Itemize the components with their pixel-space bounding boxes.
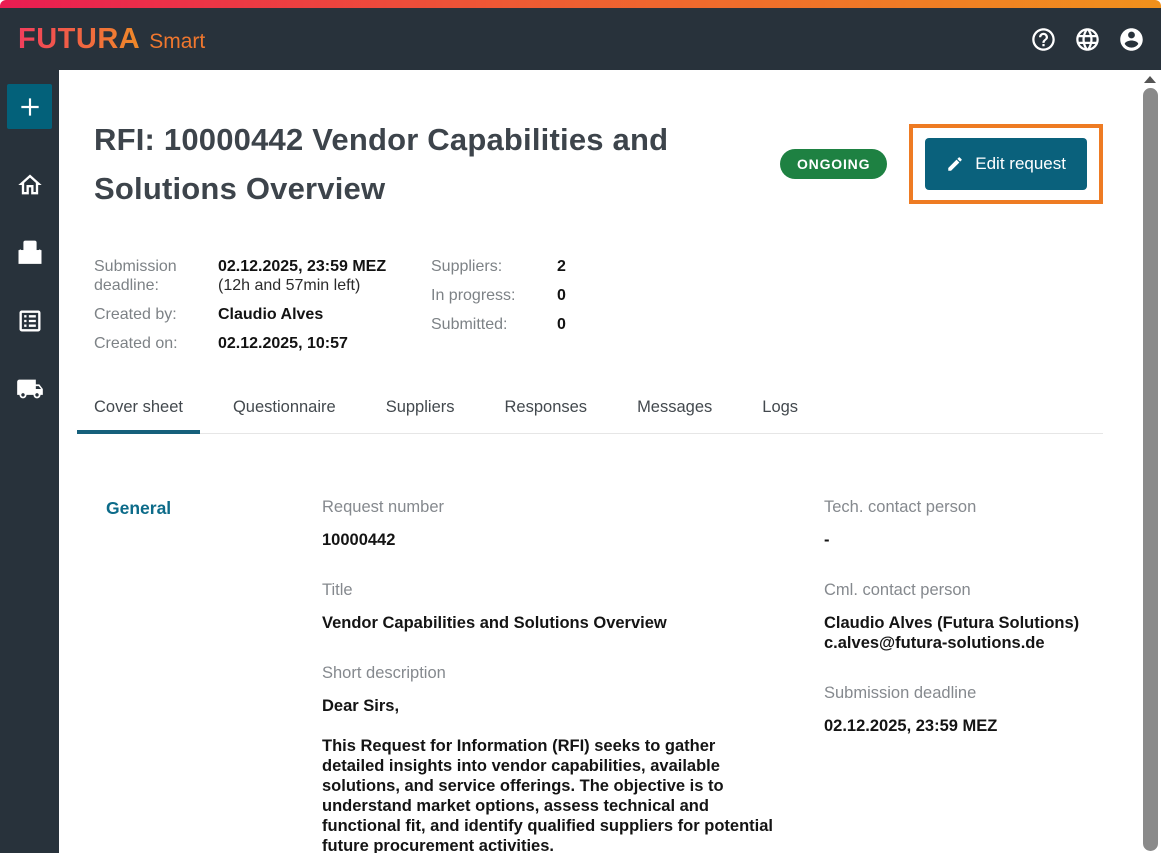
pencil-icon — [946, 155, 964, 173]
meta-label: Submitted: — [431, 315, 557, 334]
meta-value: 2 — [557, 257, 566, 276]
field-label: Tech. contact person — [824, 498, 1103, 517]
status-badge: ONGOING — [780, 149, 887, 179]
meta-row-created-on: Created on: 02.12.2025, 10:57 — [94, 334, 431, 353]
meta-label: Suppliers: — [431, 257, 557, 276]
field-title: Title Vendor Capabilities and Solutions … — [322, 581, 777, 633]
language-globe-icon[interactable] — [1074, 26, 1101, 53]
edit-request-button[interactable]: Edit request — [925, 138, 1087, 190]
fields-main-column: Request number 10000442 Title Vendor Cap… — [322, 498, 777, 853]
sidebar-nav: $ — [0, 70, 59, 853]
meta-label: In progress: — [431, 286, 557, 305]
field-request-number: Request number 10000442 — [322, 498, 777, 550]
app-header: FUTURA Smart — [0, 8, 1161, 70]
meta-value: 02.12.2025, 10:57 — [218, 334, 348, 353]
meta-label: Created by: — [94, 305, 218, 324]
brand-product-name: Smart — [149, 30, 205, 54]
meta-column-dates: Submission deadline: 02.12.2025, 23:59 M… — [94, 257, 431, 363]
meta-value: 0 — [557, 286, 566, 305]
field-value: 10000442 — [322, 530, 777, 550]
tab-responses[interactable]: Responses — [488, 386, 605, 434]
meta-row-in-progress: In progress: 0 — [431, 286, 566, 305]
fields-side-column: Tech. contact person - Cml. contact pers… — [824, 498, 1103, 853]
tab-logs[interactable]: Logs — [745, 386, 815, 434]
meta-value: Claudio Alves — [218, 305, 323, 324]
deadline-remaining: (12h and 57min left) — [218, 277, 360, 294]
meta-label: Created on: — [94, 334, 218, 353]
tab-bar: Cover sheet Questionnaire Suppliers Resp… — [77, 386, 1103, 434]
title-row: RFI: 10000442 Vendor Capabilities and So… — [94, 115, 1103, 213]
field-label: Submission deadline — [824, 684, 1103, 703]
meta-row-deadline: Submission deadline: 02.12.2025, 23:59 M… — [94, 257, 431, 295]
field-label: Short description — [322, 664, 777, 683]
scrollbar[interactable] — [1139, 70, 1161, 853]
tab-cover-sheet[interactable]: Cover sheet — [77, 386, 200, 434]
app-logo[interactable]: FUTURA Smart — [18, 23, 205, 56]
field-value: Vendor Capabilities and Solutions Overvi… — [322, 613, 777, 633]
section-column: General — [94, 498, 322, 853]
main-content: RFI: 10000442 Vendor Capabilities and So… — [59, 70, 1161, 853]
meta-value: 02.12.2025, 23:59 MEZ (12h and 57min lef… — [218, 257, 386, 295]
header-actions — [1030, 26, 1145, 53]
field-label: Request number — [322, 498, 777, 517]
page-title: RFI: 10000442 Vendor Capabilities and So… — [94, 115, 780, 213]
help-icon[interactable] — [1030, 26, 1057, 53]
title-actions: ONGOING Edit request — [780, 124, 1103, 204]
meta-row-created-by: Created by: Claudio Alves — [94, 305, 431, 324]
scroll-up-arrow-icon[interactable] — [1144, 76, 1156, 83]
field-cml-contact: Cml. contact person Claudio Alves (Futur… — [824, 581, 1103, 653]
meta-row-submitted: Submitted: 0 — [431, 315, 566, 334]
field-label: Cml. contact person — [824, 581, 1103, 600]
deadline-value: 02.12.2025, 23:59 MEZ — [218, 258, 386, 275]
scrollbar-thumb[interactable] — [1143, 88, 1158, 851]
sidebar-item-home[interactable] — [16, 171, 44, 199]
meta-label: Submission deadline: — [94, 257, 218, 295]
field-value: - — [824, 530, 1103, 550]
sidebar-item-offers-inbox[interactable]: $ — [16, 239, 44, 267]
user-account-icon[interactable] — [1118, 26, 1145, 53]
brand-gradient-strip — [0, 0, 1161, 8]
field-value: Claudio Alves (Futura Solutions) c.alves… — [824, 613, 1103, 653]
cover-sheet-panel: General Request number 10000442 Title Ve… — [94, 498, 1103, 853]
field-value: Dear Sirs, This Request for Information … — [322, 696, 777, 853]
field-short-description: Short description Dear Sirs, This Reques… — [322, 664, 777, 853]
sidebar-item-deliveries-truck[interactable] — [16, 375, 44, 403]
edit-request-label: Edit request — [975, 154, 1066, 174]
field-value: 02.12.2025, 23:59 MEZ — [824, 716, 1103, 736]
request-meta: Submission deadline: 02.12.2025, 23:59 M… — [94, 257, 1103, 363]
field-label: Title — [322, 581, 777, 600]
field-tech-contact: Tech. contact person - — [824, 498, 1103, 550]
tab-questionnaire[interactable]: Questionnaire — [216, 386, 353, 434]
meta-row-suppliers: Suppliers: 2 — [431, 257, 566, 276]
field-submission-deadline: Submission deadline 02.12.2025, 23:59 ME… — [824, 684, 1103, 736]
tab-suppliers[interactable]: Suppliers — [369, 386, 472, 434]
tab-messages[interactable]: Messages — [620, 386, 729, 434]
section-title-general: General — [106, 498, 322, 519]
brand-name: FUTURA — [18, 23, 140, 56]
create-new-button[interactable] — [7, 84, 52, 129]
meta-column-suppliers: Suppliers: 2 In progress: 0 Submitted: 0 — [431, 257, 566, 363]
annotation-highlight-box: Edit request — [909, 124, 1103, 204]
sidebar-item-checklist[interactable] — [16, 307, 44, 335]
meta-value: 0 — [557, 315, 566, 334]
